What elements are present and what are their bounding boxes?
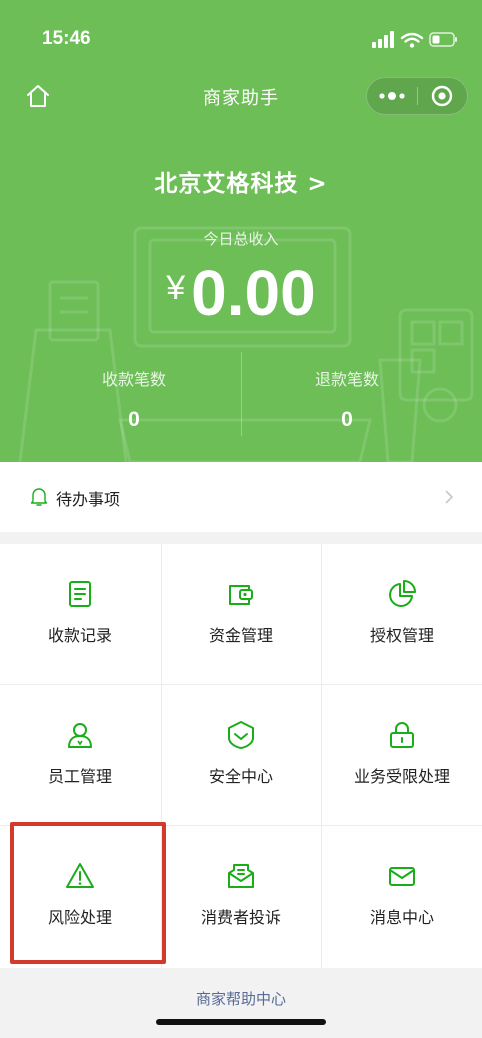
navigation-bar: 商家助手	[0, 74, 482, 118]
status-bar: 15:46	[0, 0, 482, 74]
message-icon	[228, 864, 254, 888]
home-indicator	[156, 1019, 326, 1025]
stat-divider	[241, 352, 242, 436]
pie-chart-icon	[389, 580, 416, 607]
grid-item-label: 业务受限处理	[353, 767, 450, 786]
warning-icon	[66, 863, 94, 888]
grid-item-label: 收款记录	[47, 626, 112, 645]
todo-label: 待办事项	[56, 490, 121, 509]
grid-item-label: 授权管理	[369, 626, 434, 645]
grid-item-security-center[interactable]: 安全中心	[161, 685, 321, 826]
currency-symbol: ¥	[166, 269, 186, 307]
grid-item-label: 消息中心	[369, 908, 434, 927]
lock-icon	[390, 722, 414, 748]
grid-item-restricted-business[interactable]: 业务受限处理	[322, 685, 482, 826]
income-label: 今日总收入	[203, 230, 279, 248]
receipt-icon	[69, 581, 91, 607]
grid-item-label: 消费者投诉	[200, 908, 281, 927]
stat-label: 收款笔数	[101, 370, 166, 389]
income-amount: ¥0.00	[0, 256, 482, 330]
stat-value: 0	[341, 408, 353, 431]
more-dots-icon[interactable]	[367, 78, 417, 114]
grid-item-label: 风险处理	[47, 908, 112, 927]
grid-item-staff-management[interactable]: 员工管理	[0, 685, 160, 826]
help-center-link[interactable]: 商家帮助中心	[0, 988, 482, 1009]
income-value: 0.00	[191, 257, 316, 329]
merchant-name-link[interactable]: 北京艾格科技 >	[0, 164, 482, 198]
shield-icon	[228, 721, 254, 749]
grid-item-fund-management[interactable]: 资金管理	[161, 544, 321, 685]
envelope-icon	[389, 867, 415, 886]
todo-row[interactable]: 待办事项	[0, 462, 482, 532]
grid-item-payment-records[interactable]: 收款记录	[0, 544, 160, 685]
grid-item-authorization[interactable]: 授权管理	[322, 544, 482, 685]
stat-label: 退款笔数	[314, 370, 379, 389]
target-close-icon[interactable]	[418, 78, 468, 114]
stat-refund-count[interactable]: 退款笔数 0	[247, 366, 447, 432]
grid-item-label: 安全中心	[208, 767, 273, 786]
wallet-icon	[229, 585, 253, 605]
grid-item-label: 资金管理	[208, 626, 273, 645]
bell-icon	[30, 488, 48, 506]
person-icon	[68, 723, 92, 748]
status-icons	[372, 31, 457, 48]
capsule-menu	[366, 77, 468, 115]
status-time: 15:46	[42, 28, 91, 49]
function-grid: 收款记录 资金管理 授权管理 员工管理 安全中心 业务受限处理 风险处理 消费者…	[0, 544, 482, 968]
grid-item-message-center[interactable]: 消息中心	[322, 826, 482, 967]
grid-item-consumer-complaints[interactable]: 消费者投诉	[161, 826, 321, 967]
grid-item-label: 员工管理	[47, 767, 112, 786]
stat-payment-count[interactable]: 收款笔数 0	[34, 366, 234, 432]
header-panel: 15:46 商家助手 北京艾格科技 > 今日总收入 ¥0.00 收款笔数 0 退…	[0, 0, 482, 462]
chevron-right-icon	[445, 490, 454, 504]
grid-item-risk-handling[interactable]: 风险处理	[0, 826, 160, 967]
stat-value: 0	[128, 408, 140, 431]
